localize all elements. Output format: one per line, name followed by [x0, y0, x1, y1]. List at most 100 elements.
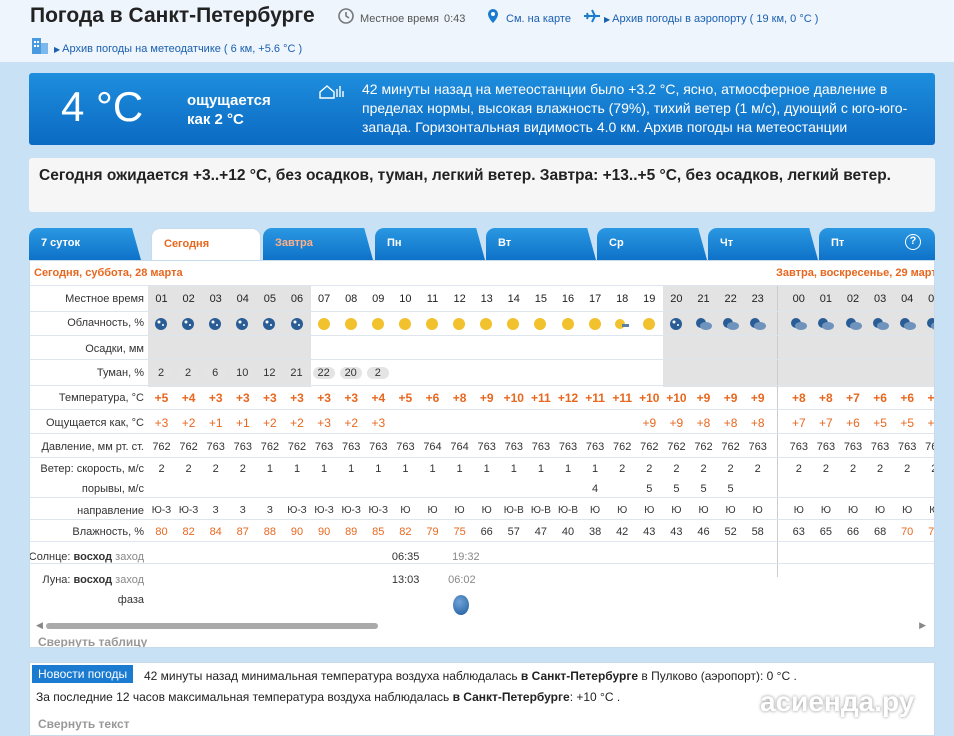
humidity-cell: 42 [616, 526, 629, 538]
sunset-cell: 19:32 [452, 551, 480, 563]
hour-cell: 04 [236, 293, 249, 305]
direction-cell: Ю [590, 505, 601, 516]
hour-cell: 04 [901, 293, 914, 305]
wind-cell: 1 [564, 463, 572, 475]
humidity-cell: 66 [846, 526, 860, 538]
pressure-cell: 764 [450, 441, 469, 453]
temp-cell: +8 [819, 391, 833, 405]
night-clear-icon [261, 316, 277, 332]
scrollbar-thumb[interactable] [46, 623, 378, 629]
tab-thursday[interactable]: Чт [708, 228, 818, 260]
wind-cell: 2 [727, 463, 734, 475]
feels-cell: +8 [723, 416, 738, 430]
pressure-cell: 762 [640, 441, 659, 453]
tab-7-days[interactable]: 7 суток [29, 228, 141, 260]
temp-cell: +3 [263, 391, 277, 405]
feels-cell: +9 [669, 416, 684, 430]
news-line-2: За последние 12 часов максимальная темпе… [36, 690, 621, 704]
direction-cell: З [239, 505, 246, 516]
wind-cell: 2 [185, 463, 192, 475]
sun-icon [478, 316, 494, 332]
day-tabs: 7 суток Сегодня Завтра Пн Вт Ср Чт Пт? [29, 228, 935, 260]
wind-cell: 2 [849, 463, 857, 475]
humidity-cell: 87 [236, 526, 249, 538]
pressure-cell: 764 [423, 441, 442, 453]
current-weather-panel: 4 °C ощущается как 2 °C 42 минуты назад н… [29, 73, 935, 145]
row-label-gusts: порывы, м/с [81, 483, 144, 495]
pressure-cell: 762 [613, 441, 632, 453]
feels-cell: +2 [290, 416, 304, 430]
feels-cell: +5 [900, 416, 915, 430]
tab-today[interactable]: Сегодня [151, 228, 261, 260]
humidity-cell: 72 [928, 526, 935, 538]
hour-cell: 21 [697, 293, 710, 305]
night-cloud-icon [749, 316, 767, 332]
pressure-cell: 763 [789, 441, 808, 453]
collapse-text-link[interactable]: Свернуть текст [38, 717, 130, 731]
map-link[interactable]: См. на карте [506, 13, 571, 25]
collapse-table-link[interactable]: Свернуть таблицу [38, 635, 147, 647]
sun-icon [316, 316, 332, 332]
night-cloud-icon [872, 316, 889, 332]
temp-cell: +7 [846, 391, 860, 405]
wind-cell: 2 [754, 463, 761, 475]
feels-cell: +2 [181, 416, 196, 430]
hour-cell: 05 [263, 293, 277, 305]
feels-cell: +3 [317, 416, 331, 430]
hour-cell: 17 [588, 293, 602, 305]
temp-cell: +6 [873, 391, 887, 405]
humidity-cell: 90 [290, 526, 304, 538]
direction-cell: Ю [752, 505, 763, 516]
wind-cell: 1 [375, 463, 382, 475]
direction-cell: Ю [671, 505, 682, 516]
temp-cell: +10 [503, 391, 524, 405]
scroll-right-icon[interactable]: ▶ [919, 620, 926, 631]
direction-cell: З [212, 505, 219, 516]
humidity-cell: 68 [873, 526, 887, 538]
hour-cell: 00 [792, 293, 805, 305]
hour-cell: 09 [372, 293, 385, 305]
humidity-cell: 79 [426, 526, 439, 538]
scroll-left-icon[interactable]: ◀ [36, 620, 43, 631]
humidity-cell: 85 [372, 526, 385, 538]
tab-friday[interactable]: Пт? [819, 228, 935, 260]
tab-tuesday[interactable]: Вт [486, 228, 596, 260]
tab-tomorrow[interactable]: Завтра [263, 228, 373, 260]
hour-cell: 18 [616, 293, 629, 305]
pressure-cell: 763 [477, 441, 496, 453]
hour-cell: 16 [561, 293, 575, 305]
fog-cell: 22 [312, 367, 335, 379]
temp-cell: +3 [290, 391, 304, 405]
map-pin-icon [488, 9, 498, 23]
temp-cell: +7 [927, 391, 935, 405]
direction-cell: Ю-В [530, 505, 551, 516]
night-clear-icon [668, 316, 684, 332]
clock-icon [338, 8, 354, 24]
temp-cell: +10 [639, 391, 660, 405]
tab-wednesday[interactable]: Ср [597, 228, 707, 260]
sensor-archive-link[interactable]: ▶ Архив погоды на метеодатчике ( 6 км, +5… [54, 43, 302, 55]
direction-cell: Ю [921, 505, 934, 516]
hour-cell: 08 [345, 293, 358, 305]
humidity-cell: 66 [480, 526, 493, 538]
watermark: асиенда.ру [760, 686, 915, 717]
temp-cell: +3 [208, 391, 223, 405]
night-clear-icon [289, 316, 305, 332]
wind-cell: 1 [483, 463, 490, 475]
temp-cell: +11 [531, 391, 551, 405]
airport-archive-link[interactable]: ▶ Архив погоды в аэропорту ( 19 км, 0 °C … [604, 13, 818, 25]
horizontal-scrollbar[interactable]: ◀ ▶ [36, 620, 926, 631]
tab-monday[interactable]: Пн [375, 228, 485, 260]
wind-cell: 2 [921, 463, 934, 475]
row-separator [30, 519, 934, 520]
news-badge: Новости погоды [32, 665, 134, 683]
temp-cell: +9 [750, 391, 765, 405]
night-clear-icon [180, 316, 196, 332]
pressure-cell: 763 [342, 441, 361, 453]
wind-cell: 1 [592, 463, 599, 475]
temp-cell: +11 [612, 391, 633, 405]
hour-cell: 22 [724, 293, 737, 305]
help-icon[interactable]: ? [905, 234, 921, 250]
night-cloud-icon [722, 316, 740, 332]
sun-icon [424, 316, 440, 332]
